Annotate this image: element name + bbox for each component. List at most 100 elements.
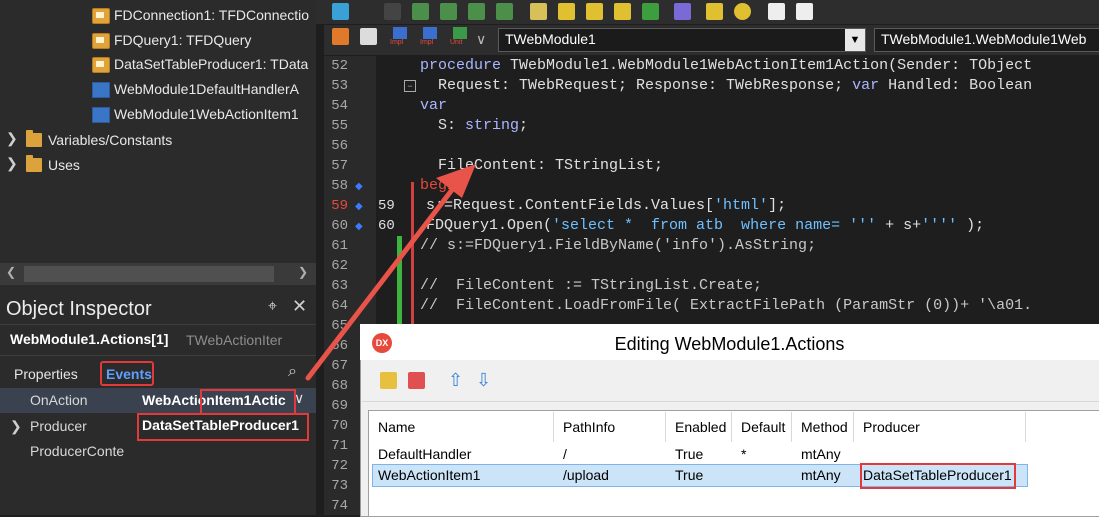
table-cell[interactable]: * (732, 443, 746, 465)
help-icon[interactable] (768, 3, 785, 20)
table-cell[interactable]: True (666, 443, 703, 465)
line-number: 74 (331, 498, 348, 514)
column-header[interactable]: Name (369, 412, 554, 442)
code-line: S: string; (420, 117, 529, 134)
annotation-box (137, 413, 309, 441)
impl-button[interactable]: Impl (390, 27, 412, 53)
table-cell[interactable]: mtAny (792, 443, 841, 465)
line-number: 73 (331, 478, 348, 494)
tool-icon[interactable] (674, 3, 691, 20)
add-item-icon[interactable] (380, 372, 397, 389)
tool-icon[interactable] (642, 3, 659, 20)
scroll-left-icon[interactable]: ❮ (6, 265, 16, 279)
line-number: 60 (331, 218, 348, 234)
step-icon[interactable] (440, 3, 457, 20)
column-header[interactable]: PathInfo (554, 412, 666, 442)
chevron-right-icon[interactable]: ❯ (6, 155, 18, 172)
line-number: 58 (331, 178, 348, 194)
line-number: 62 (331, 258, 348, 274)
tool-icon[interactable] (558, 3, 575, 20)
tab-properties[interactable]: Properties (14, 366, 78, 382)
property-name: ProducerConte (30, 443, 125, 459)
tool-icon[interactable] (706, 3, 723, 20)
code-line: s:=Request.ContentFields.Values['html']; (426, 197, 787, 214)
property-name: OnAction (30, 392, 88, 408)
search-icon[interactable]: ⌕ (288, 363, 297, 381)
line-number: 72 (331, 458, 348, 474)
annotation-box (200, 389, 296, 415)
chevron-right-icon[interactable]: ❯ (10, 418, 22, 435)
modified-marker (411, 182, 414, 326)
close-icon[interactable]: ✕ (292, 296, 307, 317)
component-icon (92, 33, 110, 49)
line-number: 69 (331, 398, 348, 414)
tool-icon[interactable] (530, 3, 547, 20)
info-icon[interactable] (796, 3, 813, 20)
scroll-right-icon[interactable]: ❯ (298, 265, 308, 279)
line-number: 71 (331, 438, 348, 454)
chevron-down-icon[interactable]: ∨ (476, 31, 486, 48)
exec-line-number: 60 (378, 218, 395, 234)
step-icon[interactable] (412, 3, 429, 20)
line-number: 66 (331, 338, 348, 354)
line-number: 59 (331, 198, 348, 214)
step-icon[interactable] (468, 3, 485, 20)
tool-icon[interactable] (614, 3, 631, 20)
chevron-down-icon[interactable]: ▼ (845, 29, 865, 51)
line-number: 53 (331, 78, 348, 94)
impl-button[interactable]: Impl (420, 27, 442, 53)
line-number: 68 (331, 378, 348, 394)
breakpoint-marker[interactable]: ◆ (355, 181, 363, 192)
fold-icon[interactable]: − (404, 80, 416, 92)
main-toolbar (316, 0, 1099, 24)
step-icon[interactable] (496, 3, 513, 20)
table-cell[interactable]: / (554, 443, 567, 465)
dialog-toolbar: ⇧ ⇩ (362, 361, 1099, 402)
horizontal-scrollbar[interactable]: ❮ ❯ (0, 263, 316, 285)
object-type: TWebActionIter (186, 332, 283, 348)
tool-icon[interactable] (586, 3, 603, 20)
structure-tree: FDConnection1: TFDConnectio FDQuery1: TF… (0, 0, 316, 263)
method-combobox[interactable]: TWebModule1.WebModule1Web (874, 28, 1099, 52)
delete-item-icon[interactable] (408, 372, 425, 389)
code-line: Request: TWebRequest; Response: TWebResp… (420, 77, 1033, 94)
line-number: 65 (331, 318, 348, 334)
line-number: 67 (331, 358, 348, 374)
gear-icon[interactable] (734, 3, 751, 20)
line-number: 64 (331, 298, 348, 314)
table-cell[interactable]: WebActionItem1 (369, 464, 480, 486)
table-cell[interactable]: True (666, 464, 703, 486)
column-header[interactable]: Producer (854, 412, 1026, 442)
column-header[interactable]: Enabled (666, 412, 732, 442)
move-up-icon[interactable]: ⇧ (448, 370, 463, 391)
move-down-icon[interactable]: ⇩ (476, 370, 491, 391)
folder-icon (26, 130, 42, 147)
run-icon[interactable] (332, 3, 349, 20)
code-line: // FileContent.LoadFromFile( ExtractFile… (420, 297, 1033, 314)
table-cell[interactable]: DefaultHandler (369, 443, 471, 465)
breakpoint-marker[interactable]: ◆ (355, 221, 363, 232)
stop-icon[interactable] (384, 3, 401, 20)
object-inspector-title: Object Inspector (6, 298, 152, 320)
column-header[interactable]: Method (792, 412, 854, 442)
line-number: 52 (331, 58, 348, 74)
property-name: Producer (30, 418, 87, 434)
unit-button[interactable]: Unit (450, 27, 472, 53)
line-number: 70 (331, 418, 348, 434)
breakpoint-marker[interactable]: ◆ (355, 201, 363, 212)
line-number: 54 (331, 98, 348, 114)
unit-combobox[interactable]: TWebModule1 ▼ (498, 28, 866, 52)
pin-icon[interactable]: ⌖ (268, 298, 277, 316)
document-icon[interactable] (360, 28, 377, 45)
code-line: FDQuery1.Open('select * from atb where n… (426, 217, 985, 234)
modified-marker (397, 236, 402, 326)
chevron-right-icon[interactable]: ❯ (6, 130, 18, 147)
code-line: FileContent: TStringList; (420, 157, 664, 174)
navigate-icon[interactable] (332, 28, 349, 45)
table-cell[interactable]: /upload (554, 464, 609, 486)
table-cell[interactable]: mtAny (792, 464, 841, 486)
code-line: begin (420, 177, 466, 194)
scrollbar-thumb[interactable] (24, 266, 274, 282)
code-line: procedure TWebModule1.WebModule1WebActio… (420, 57, 1033, 74)
column-header[interactable]: Default (732, 412, 792, 442)
